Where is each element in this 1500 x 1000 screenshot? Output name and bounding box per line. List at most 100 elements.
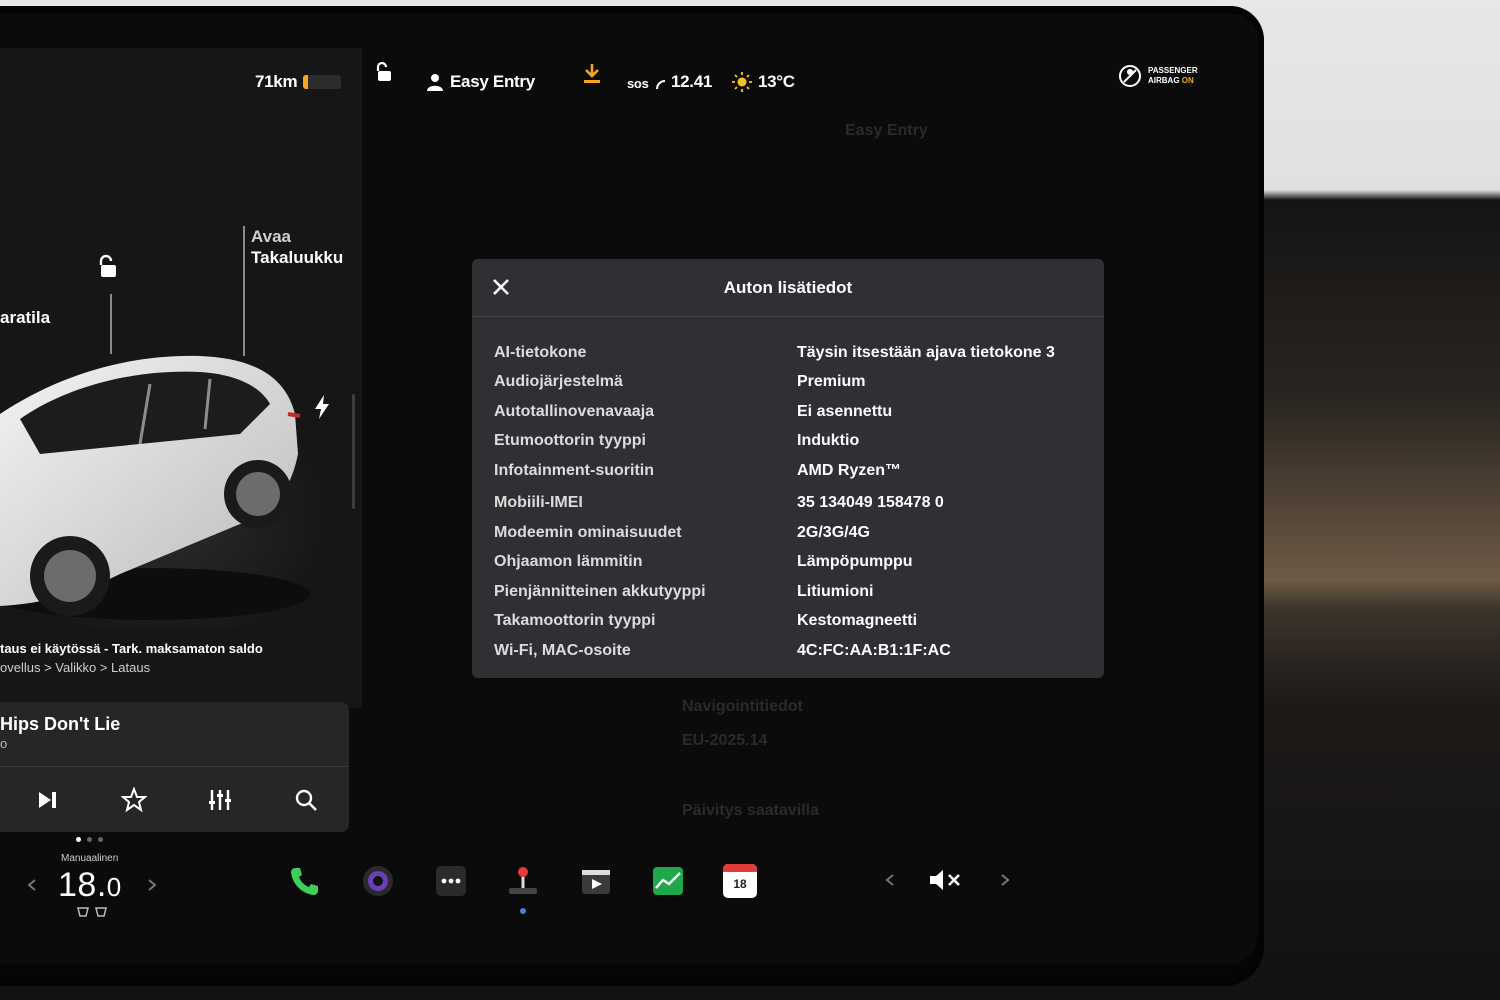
- panel-scrollbar[interactable]: [352, 394, 355, 509]
- search-icon: [295, 789, 317, 811]
- lock-status-icon[interactable]: [372, 61, 394, 83]
- climate-mode: Manuaalinen: [61, 853, 119, 864]
- media-search-button[interactable]: [286, 780, 326, 820]
- range-text: 71km: [255, 72, 298, 91]
- theater-icon[interactable]: [579, 864, 613, 898]
- stocks-chart-icon[interactable]: [651, 864, 685, 898]
- equalizer-button[interactable]: [200, 780, 240, 820]
- info-value: 4C:FC:AA:B1:1F:AC: [797, 642, 951, 659]
- trunk-callout-line1: Avaa: [251, 227, 292, 246]
- weather[interactable]: 13°C: [732, 72, 795, 92]
- info-row: AI-tietokone Täysin itsestään ajava tieto…: [494, 344, 1084, 366]
- battery-icon: [303, 75, 342, 89]
- airbag-state: ON: [1181, 76, 1194, 85]
- joystick-games-icon[interactable]: [506, 864, 540, 898]
- info-value: Ei asennettu: [797, 403, 893, 420]
- ghost-profile: Easy Entry: [845, 122, 928, 139]
- range-indicator[interactable]: 71km: [255, 72, 342, 92]
- page-dots: [76, 837, 103, 842]
- calendar-icon[interactable]: 18: [723, 864, 757, 898]
- more-apps-icon[interactable]: [434, 864, 468, 898]
- temp-integer: 18.: [58, 866, 107, 904]
- vehicle-info-dialog: Auton lisätiedot AI-tietokone Täysin itse…: [472, 259, 1104, 678]
- phone-icon[interactable]: [288, 864, 322, 898]
- info-row: Modeemin ominaisuudet 2G/3G/4G: [494, 524, 1084, 546]
- info-row: Takamoottorin tyyppi Kestomagneetti: [494, 612, 1084, 634]
- charge-port-icon[interactable]: [312, 394, 332, 420]
- airbag-line2: AIRBAG: [1148, 76, 1180, 85]
- download-icon[interactable]: [582, 62, 602, 84]
- sos-text: sos: [627, 76, 649, 91]
- info-value: AMD Ryzen™: [797, 462, 902, 479]
- photo-scene: Easy Entry Navigointitiedot EU-2025.14 P…: [0, 0, 1500, 1000]
- person-icon: [427, 74, 443, 91]
- touchscreen: Easy Entry Navigointitiedot EU-2025.14 P…: [0, 14, 1258, 964]
- info-key: AI-tietokone: [494, 344, 587, 361]
- sun-icon: [732, 72, 752, 92]
- trunk-callout-line: [243, 226, 245, 356]
- info-value: Kestomagneetti: [797, 612, 918, 629]
- temp-up-chevron-icon[interactable]: [146, 878, 158, 892]
- airbag-icon: [1119, 65, 1141, 87]
- airbag-line1: PASSENGER: [1148, 66, 1198, 75]
- info-value: 35 134049 158478 0: [797, 494, 944, 511]
- calendar-header: [723, 864, 757, 872]
- volume-up-chevron-icon[interactable]: [999, 873, 1011, 887]
- trunk-callout-line2: Takaluukku: [251, 248, 344, 267]
- info-row: Etumoottorin tyyppi Induktio: [494, 432, 1084, 454]
- track-artist: o: [0, 736, 8, 751]
- driver-profile[interactable]: Easy Entry: [426, 72, 535, 92]
- info-key: Wi-Fi, MAC-osoite: [494, 642, 631, 659]
- seat-heater-icon[interactable]: [76, 906, 110, 918]
- info-key: Takamoottorin tyyppi: [494, 612, 656, 629]
- info-row: Mobiili-IMEI 35 134049 158478 0: [494, 494, 1084, 516]
- favorite-button[interactable]: [114, 780, 154, 820]
- unlock-icon[interactable]: [96, 254, 122, 280]
- info-row: Infotainment-suoritin AMD Ryzen™: [494, 462, 1084, 484]
- info-key: Mobiili-IMEI: [494, 494, 583, 511]
- charge-notice: taus ei käytössä - Tark. maksamaton sald…: [0, 641, 263, 656]
- signal-icon: [655, 79, 665, 89]
- info-key: Audiojärjestelmä: [494, 373, 623, 390]
- info-row: Autotallinovenavaaja Ei asennettu: [494, 403, 1084, 425]
- profile-name: Easy Entry: [450, 72, 535, 91]
- info-key: Etumoottorin tyyppi: [494, 432, 646, 449]
- track-title: Hips Don't Lie: [0, 714, 121, 734]
- volume-muted-icon[interactable]: [928, 868, 964, 892]
- info-row: Pienjännitteinen akkutyyppi Litiumioni: [494, 583, 1084, 605]
- trunk-callout[interactable]: Avaa Takaluukku: [251, 226, 343, 268]
- calendar-day: 18: [733, 877, 747, 891]
- info-key: Modeemin ominaisuudet: [494, 524, 682, 541]
- ghost-update-label: Päivitys saatavilla: [682, 802, 819, 819]
- media-player: Hips Don't Lie o: [0, 702, 349, 832]
- clock: 12.41: [671, 72, 713, 91]
- ghost-nav-value: EU-2025.14: [682, 732, 768, 749]
- frunk-callout[interactable]: aratila: [0, 307, 50, 328]
- skip-next-icon: [39, 792, 56, 808]
- media-divider: [0, 766, 349, 767]
- info-key: Ohjaamon lämmitin: [494, 553, 643, 570]
- star-icon: [121, 787, 147, 813]
- dialog-header: Auton lisätiedot: [472, 259, 1104, 317]
- temperature-text: 13°C: [758, 72, 795, 91]
- camera-icon[interactable]: [361, 864, 395, 898]
- info-key: Pienjännitteinen akkutyyppi: [494, 583, 706, 600]
- info-row: Audiojärjestelmä Premium: [494, 373, 1084, 395]
- charge-path: ovellus > Valikko > Lataus: [0, 660, 151, 675]
- temp-down-chevron-icon[interactable]: [26, 878, 38, 892]
- next-track-button[interactable]: [28, 780, 68, 820]
- cabin-temperature[interactable]: 18.0: [58, 866, 122, 905]
- info-value: Litiumioni: [797, 583, 874, 600]
- car-image: [0, 355, 310, 620]
- info-row: Ohjaamon lämmitin Lämpöpumppu: [494, 553, 1084, 575]
- equalizer-icon: [209, 790, 231, 810]
- volume-down-chevron-icon[interactable]: [884, 873, 896, 887]
- temp-decimal: 0: [106, 872, 122, 902]
- info-key: Autotallinovenavaaja: [494, 403, 655, 420]
- info-value: Premium: [797, 373, 866, 390]
- info-row: Wi-Fi, MAC-osoite 4C:FC:AA:B1:1F:AC: [494, 642, 1084, 664]
- ghost-nav-label: Navigointitiedot: [682, 698, 803, 715]
- passenger-airbag-status: PASSENGER AIRBAG ON: [1118, 64, 1198, 88]
- sos-indicator[interactable]: sos: [627, 76, 667, 91]
- info-key: Infotainment-suoritin: [494, 462, 654, 479]
